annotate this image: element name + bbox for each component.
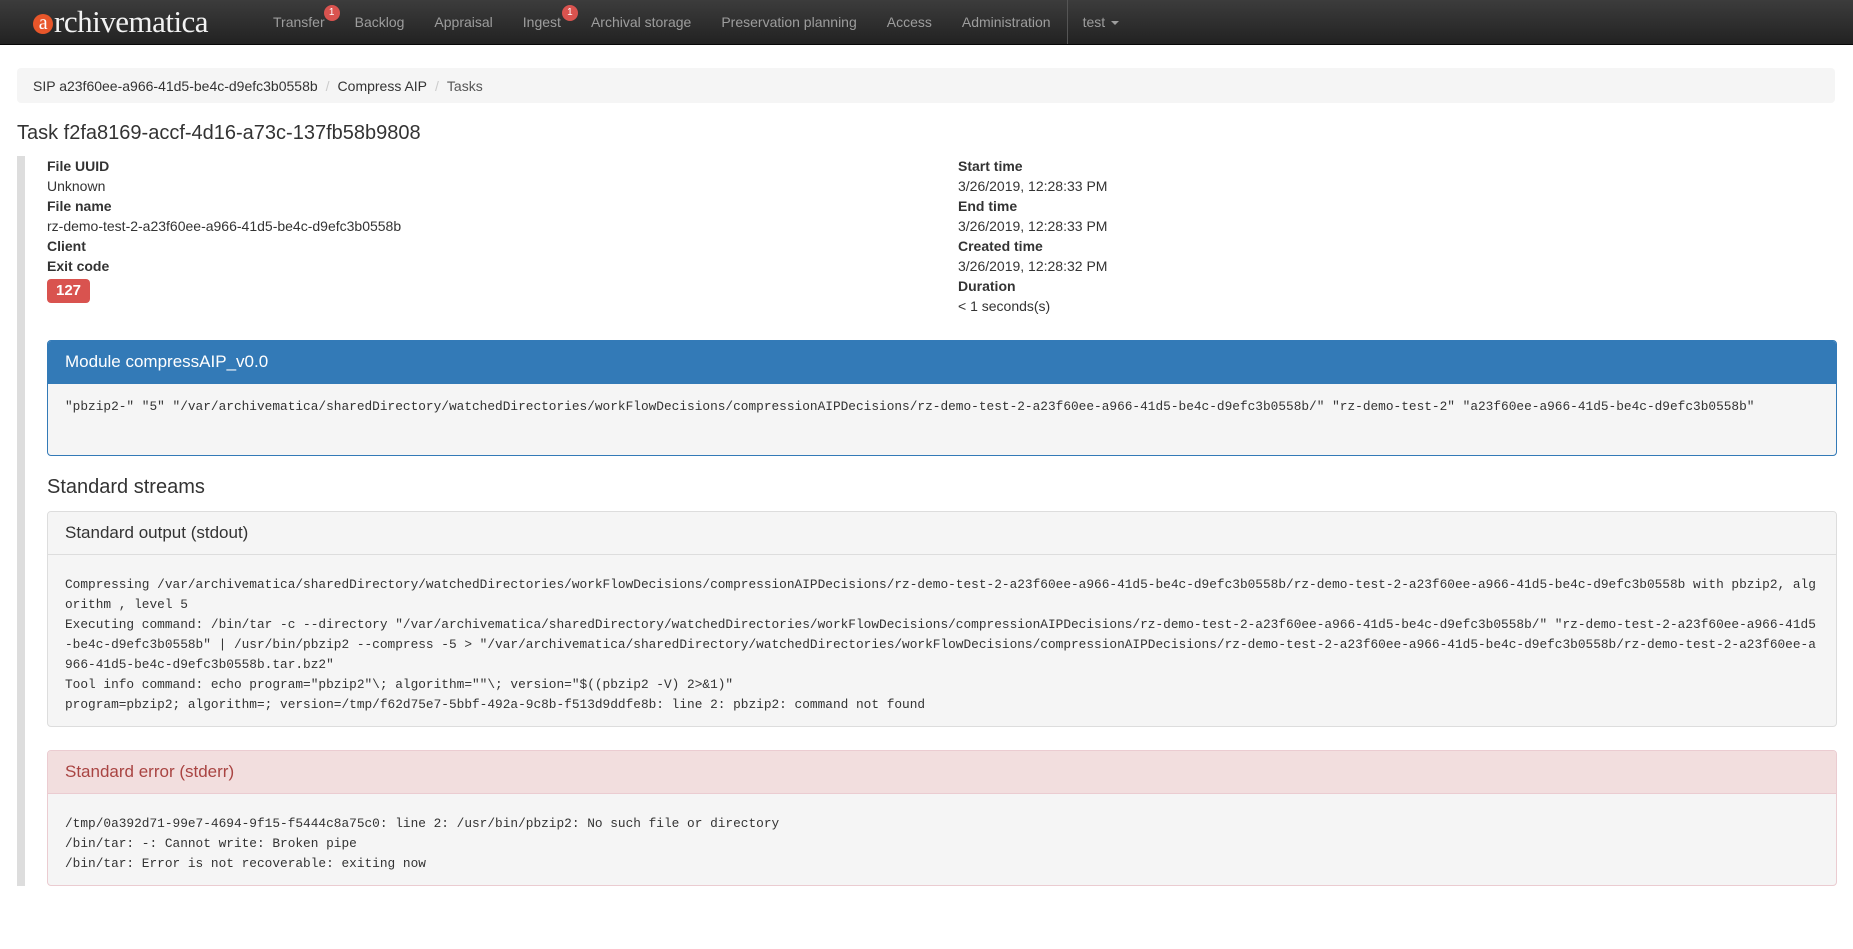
- archivematica-logo[interactable]: a rchivematica: [33, 0, 258, 44]
- caret-down-icon: [1111, 21, 1120, 26]
- module-arguments: "pbzip2-" "5" "/var/archivematica/shared…: [65, 399, 1755, 414]
- end-time-value: 3/26/2019, 12:28:33 PM: [958, 218, 1108, 234]
- nav-transfer-label: Transfer: [273, 14, 325, 30]
- details-left-column: File UUID Unknown File name rz-demo-test…: [47, 156, 401, 303]
- exit-code-badge: 127: [47, 279, 91, 303]
- end-time-label: End time: [958, 198, 1018, 214]
- main-nav: Transfer 1 Backlog Appraisal Ingest 1 Ar…: [258, 0, 1134, 44]
- stdout-panel: Standard output (stdout) Compressing /va…: [47, 511, 1837, 727]
- page-title: Task f2fa8169-accf-4d16-a73c-137fb58b980…: [17, 122, 421, 144]
- start-time-label: Start time: [958, 158, 1023, 174]
- nav-preservation-planning[interactable]: Preservation planning: [706, 0, 871, 44]
- file-uuid-value: Unknown: [47, 178, 106, 194]
- module-panel: Module compressAIP_v0.0 "pbzip2-" "5" "/…: [47, 340, 1837, 456]
- user-menu[interactable]: test: [1068, 0, 1135, 44]
- created-time-label: Created time: [958, 238, 1043, 254]
- file-name-value: rz-demo-test-2-a23f60ee-a966-41d5-be4c-d…: [47, 218, 402, 234]
- breadcrumb-separator: /: [325, 77, 330, 94]
- breadcrumb-current: Tasks: [446, 77, 483, 94]
- stderr-content: /tmp/0a392d71-99e7-4694-9f15-f5444c8a75c…: [65, 816, 780, 871]
- nav-backlog[interactable]: Backlog: [340, 0, 420, 44]
- nav-access[interactable]: Access: [872, 0, 947, 44]
- nav-transfer[interactable]: Transfer 1: [258, 0, 340, 44]
- stdout-content: Compressing /var/archivematica/sharedDir…: [65, 577, 1816, 712]
- created-time-value: 3/26/2019, 12:28:32 PM: [958, 258, 1108, 274]
- top-navbar: a rchivematica Transfer 1 Backlog Apprais…: [0, 0, 1853, 45]
- details-right-column: Start time 3/26/2019, 12:28:33 PM End ti…: [958, 156, 1107, 316]
- breadcrumb-job[interactable]: Compress AIP: [338, 78, 427, 94]
- file-name-label: File name: [47, 198, 112, 214]
- nav-ingest-label: Ingest: [522, 14, 561, 30]
- nav-archival-storage[interactable]: Archival storage: [576, 0, 706, 44]
- nav-appraisal[interactable]: Appraisal: [419, 0, 507, 44]
- nav-backlog-label: Backlog: [354, 14, 405, 30]
- start-time-value: 3/26/2019, 12:28:33 PM: [958, 178, 1108, 194]
- duration-label: Duration: [958, 278, 1016, 294]
- breadcrumb-sip[interactable]: SIP a23f60ee-a966-41d5-be4c-d9efc3b0558b: [33, 78, 318, 94]
- nav-access-label: Access: [886, 14, 932, 30]
- logo-mark: a: [33, 13, 53, 34]
- stderr-heading: Standard error (stderr): [48, 751, 1836, 794]
- standard-streams-title: Standard streams: [47, 476, 205, 498]
- nav-preservation-planning-label: Preservation planning: [721, 14, 857, 30]
- nav-ingest[interactable]: Ingest 1: [508, 0, 578, 44]
- nav-appraisal-label: Appraisal: [434, 14, 493, 30]
- task-detail-block: File UUID Unknown File name rz-demo-test…: [17, 156, 1837, 886]
- nav-administration[interactable]: Administration: [947, 0, 1066, 44]
- nav-archival-storage-label: Archival storage: [590, 14, 692, 30]
- module-heading: Module compressAIP_v0.0: [48, 341, 1836, 384]
- duration-value: < 1 seconds(s): [958, 298, 1051, 314]
- breadcrumb: SIP a23f60ee-a966-41d5-be4c-d9efc3b0558b…: [17, 68, 1835, 103]
- logo-text: rchivematica: [54, 4, 209, 39]
- breadcrumb-separator: /: [435, 77, 439, 94]
- stdout-heading: Standard output (stdout): [48, 512, 1836, 555]
- exit-code-label: Exit code: [47, 258, 110, 274]
- user-menu-label: test: [1082, 14, 1106, 30]
- transfer-notification-badge: 1: [323, 5, 340, 21]
- file-uuid-label: File UUID: [47, 158, 110, 174]
- nav-administration-label: Administration: [961, 14, 1051, 30]
- client-label: Client: [47, 238, 86, 254]
- stderr-panel: Standard error (stderr) /tmp/0a392d71-99…: [47, 750, 1837, 886]
